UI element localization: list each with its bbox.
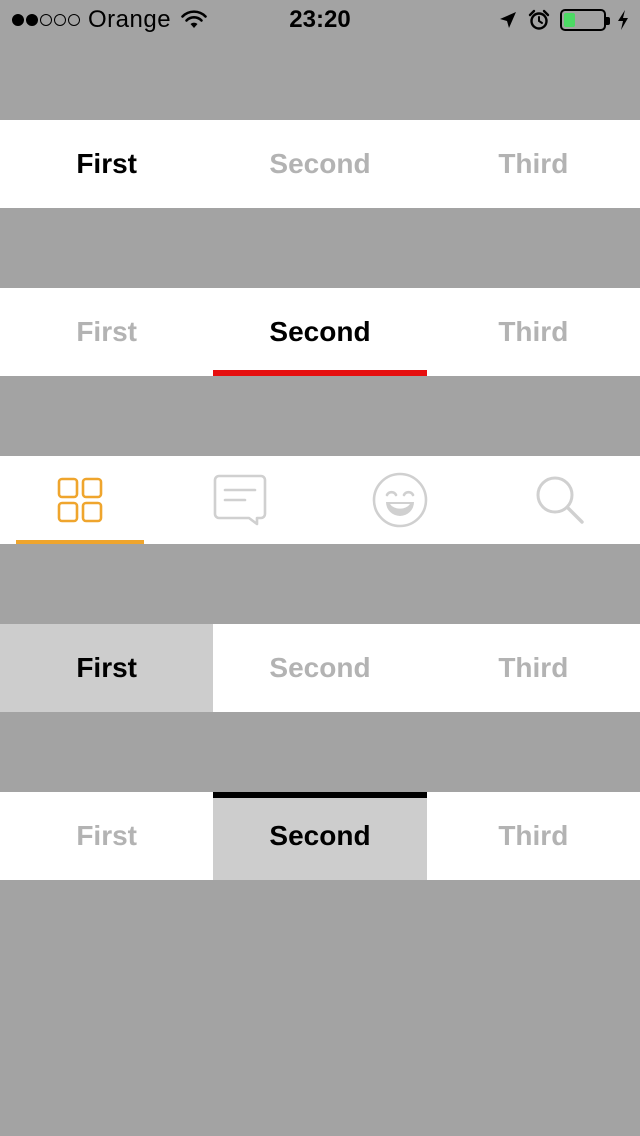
tab-label: Third [498,148,569,179]
tab-search[interactable] [480,456,640,544]
search-icon [536,476,584,524]
tab-label: First [76,820,137,851]
tab-messages[interactable] [160,456,320,544]
message-icon [213,474,267,526]
tab-first[interactable]: First [0,288,213,376]
status-right [498,6,630,34]
tab-second[interactable]: Second [213,624,426,712]
tabbar-plain: First Second Third [0,120,640,208]
tab-label: First [76,652,137,683]
tab-label: Third [498,652,569,683]
tab-label: Second [269,316,371,347]
tab-second[interactable]: Second [213,288,427,376]
selection-indicator [213,792,427,798]
tabbar-icons [0,456,640,544]
tabbar-shaded-top-indicator: First Second Third [0,792,640,880]
tab-label: Second [269,820,371,851]
charging-bolt-icon [618,10,628,30]
tab-first[interactable]: First [0,792,213,880]
tab-first[interactable]: First [0,120,213,208]
tabbar-shaded: First Second Third [0,624,640,712]
tabbar-red-indicator: First Second Third [0,288,640,376]
tab-label: Second [269,148,371,179]
tab-third[interactable]: Third [427,792,640,880]
tab-third[interactable]: Third [427,624,640,712]
tab-label: First [76,316,137,347]
tab-emoji[interactable] [320,456,480,544]
screen: Orange 23:20 First Second Third First Se… [0,0,640,1136]
selection-indicator [16,540,144,544]
alarm-clock-icon [528,9,550,30]
tab-grid[interactable] [0,456,160,544]
battery-level [564,13,576,27]
tab-label: First [76,148,137,179]
tab-second[interactable]: Second [213,120,426,208]
battery-icon [560,9,610,31]
tab-label: Third [498,316,569,347]
battery-tip [606,17,610,25]
tab-first[interactable]: First [0,624,214,712]
tab-label: Second [269,652,371,683]
tab-third[interactable]: Third [427,120,640,208]
tab-third[interactable]: Third [427,288,640,376]
grid-icon [57,477,103,523]
status-bar: Orange 23:20 [0,0,640,40]
location-arrow-icon [500,12,516,28]
smiley-icon [372,472,428,528]
selection-indicator [213,370,427,376]
tab-label: Third [498,820,569,851]
tab-second[interactable]: Second [213,792,427,880]
